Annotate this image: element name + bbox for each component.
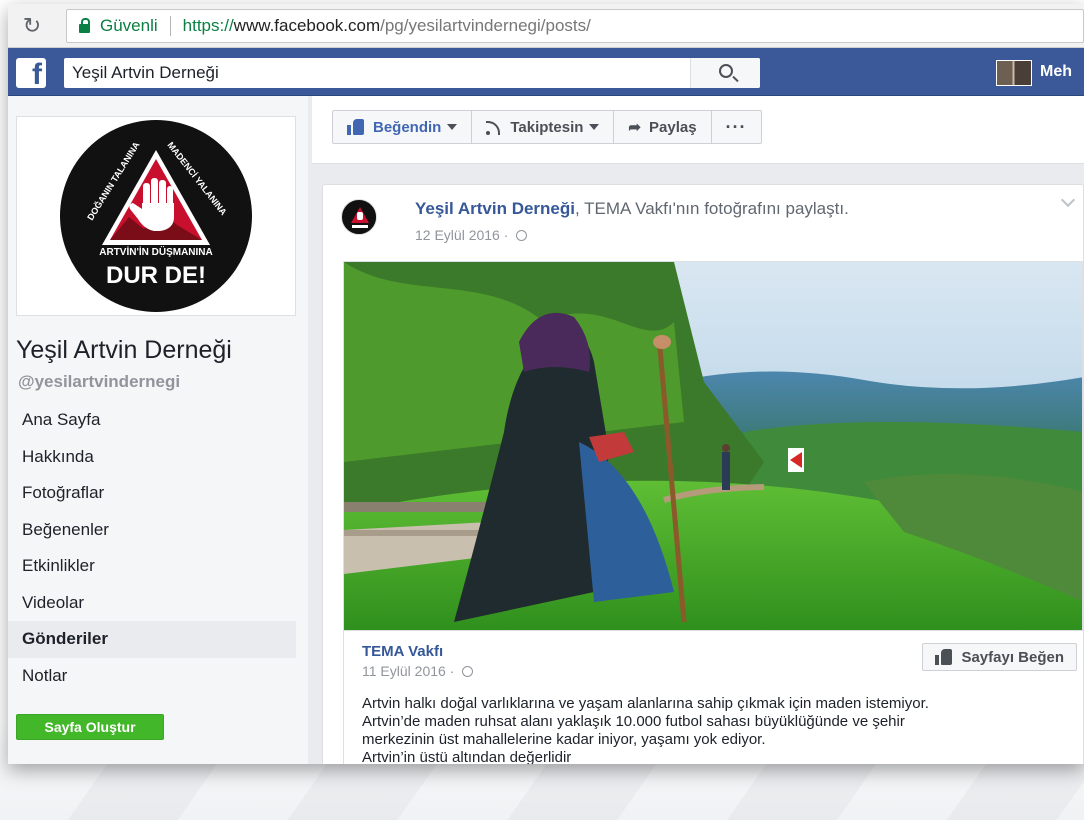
more-dots-icon: ··· — [725, 117, 747, 137]
description-line: Artvin halkı doğal varlıklarına ve yaşam… — [362, 695, 929, 712]
like-page-button[interactable]: Sayfayı Beğen — [922, 643, 1077, 671]
post-date[interactable]: 12 Eylül 2016 · — [415, 227, 528, 243]
description-line: merkezinin üst mahallelerine kadar iniyo… — [362, 731, 766, 748]
author-logo-icon — [343, 201, 376, 234]
browser-address-bar: ↻ Güvenli https://www.facebook.com/pg/ye… — [8, 4, 1084, 48]
more-button[interactable]: ··· — [712, 111, 761, 143]
post-card: Yeşil Artvin Derneği, TEMA Vakfı'nın fot… — [322, 184, 1084, 764]
presentation-frame: ↻ Güvenli https://www.facebook.com/pg/ye… — [0, 0, 1084, 820]
search-input[interactable]: Yeşil Artvin Derneği — [64, 58, 760, 88]
post-author-avatar[interactable] — [341, 199, 377, 235]
search-button[interactable] — [690, 58, 760, 88]
description-line: Artvin’de maden ruhsat alanı yaklaşık 10… — [362, 713, 905, 730]
left-sidebar: ARTVİN'İN DÜŞMANINA DUR DE! DOĞANIN TALA… — [8, 89, 308, 764]
thumbs-up-icon — [935, 649, 953, 665]
post-photo[interactable] — [343, 261, 1083, 631]
create-page-button[interactable]: Sayfa Oluştur — [16, 714, 164, 740]
profile-logo: ARTVİN'İN DÜŞMANINA DUR DE! DOĞANIN TALA… — [28, 89, 284, 345]
post-description: Artvin halkı doğal varlıklarına ve yaşam… — [362, 695, 1084, 764]
globe-icon — [462, 666, 474, 677]
shared-post-block: TEMA Vakfı 11 Eylül 2016 · Sayfayı Beğen… — [343, 631, 1083, 764]
nav-item-hakkinda[interactable]: Hakkında — [8, 439, 308, 476]
description-line: Artvin’in üstü altından değerlidir — [362, 749, 572, 764]
post-action-text: , TEMA Vakfı'nın fotoğrafını paylaştı. — [574, 199, 849, 218]
page-action-bar: Beğendin Takiptesin ➦ Paylaş ··· — [332, 110, 762, 144]
facebook-top-bar: f Yeşil Artvin Derneği Meh — [8, 48, 1084, 96]
nav-item-notlar[interactable]: Notlar — [8, 658, 308, 695]
profile-picture[interactable]: ARTVİN'İN DÜŞMANINA DUR DE! DOĞANIN TALA… — [16, 89, 296, 345]
nav-item-videolar[interactable]: Videolar — [8, 585, 308, 622]
share-label: Paylaş — [649, 118, 697, 136]
search-icon — [719, 64, 733, 78]
source-page-link[interactable]: TEMA Vakfı — [362, 643, 443, 660]
like-page-label: Sayfayı Beğen — [961, 648, 1064, 666]
page-handle[interactable]: @yesilartvindernegi — [18, 372, 180, 392]
reload-icon[interactable]: ↻ — [14, 13, 50, 39]
browser-screenshot: ↻ Güvenli https://www.facebook.com/pg/ye… — [8, 4, 1084, 764]
globe-icon — [516, 230, 528, 241]
share-arrow-icon: ➦ — [628, 119, 641, 136]
thumbs-up-icon — [347, 119, 365, 135]
nav-item-etkinlikler[interactable]: Etkinlikler — [8, 548, 308, 585]
nav-item-begenenler[interactable]: Beğenenler — [8, 512, 308, 549]
lock-icon — [79, 17, 90, 33]
liked-label: Beğendin — [373, 118, 442, 136]
source-date[interactable]: 11 Eylül 2016 · — [362, 663, 474, 679]
url-scheme: https:// — [182, 16, 234, 35]
url-field[interactable]: Güvenli https://www.facebook.com/pg/yesi… — [66, 9, 1084, 43]
chevron-down-icon — [447, 124, 458, 130]
url-path: /pg/yesilartvindernegi/posts/ — [380, 16, 591, 35]
source-date-text: 11 Eylül 2016 · — [362, 663, 455, 679]
url-host: www.facebook.com — [233, 16, 381, 35]
chevron-down-icon — [589, 124, 600, 130]
main-content: Beğendin Takiptesin ➦ Paylaş ··· Yeşil A… — [312, 96, 1084, 764]
following-button[interactable]: Takiptesin — [472, 111, 615, 143]
url-separator — [169, 16, 171, 36]
facebook-logo-icon[interactable]: f — [16, 58, 46, 88]
following-label: Takiptesin — [510, 118, 584, 136]
page-title: Yeşil Artvin Derneği — [16, 336, 232, 364]
secure-label: Güvenli — [100, 16, 158, 35]
nav-item-fotograflar[interactable]: Fotoğraflar — [8, 475, 308, 512]
user-avatar[interactable] — [996, 60, 1032, 86]
nav-item-gonderiler[interactable]: Gönderiler — [8, 621, 296, 658]
nav-item-ana-sayfa[interactable]: Ana Sayfa — [8, 402, 308, 439]
page-actions-card: Beğendin Takiptesin ➦ Paylaş ··· — [312, 96, 1084, 164]
post-header: Yeşil Artvin Derneği, TEMA Vakfı'nın fot… — [415, 199, 849, 219]
liked-button[interactable]: Beğendin — [333, 111, 473, 143]
logo-bottom-small-text: ARTVİN'İN DÜŞMANINA — [99, 245, 213, 258]
share-button[interactable]: ➦ Paylaş — [614, 111, 712, 143]
post-date-text: 12 Eylül 2016 · — [415, 227, 509, 243]
rss-icon — [486, 119, 502, 135]
post-options-chevron-icon[interactable] — [1060, 192, 1076, 208]
post-author-link[interactable]: Yeşil Artvin Derneği — [415, 199, 575, 218]
page-nav: Ana Sayfa Hakkında Fotoğraflar Beğenenle… — [8, 402, 308, 694]
logo-bottom-big-text: DUR DE! — [106, 262, 206, 289]
user-name[interactable]: Meh — [1040, 63, 1072, 81]
photo-landscape — [344, 262, 1082, 630]
